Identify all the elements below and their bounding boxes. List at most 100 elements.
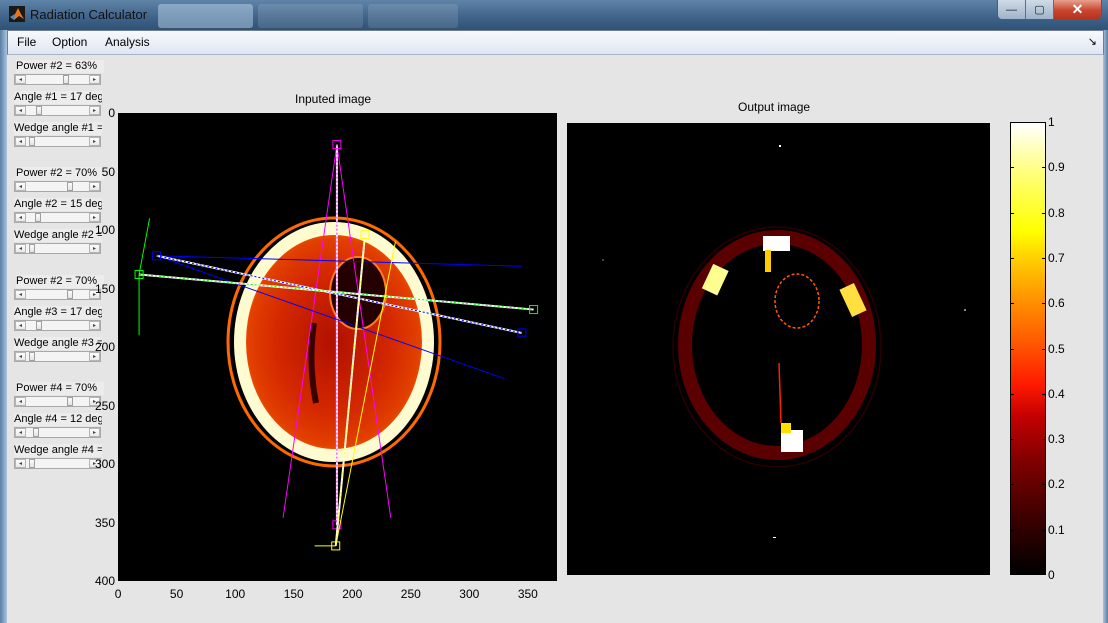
x-tick-label: 0 <box>114 587 122 601</box>
window-frame-left <box>0 30 7 623</box>
colorbar-tick-mark <box>1042 529 1046 531</box>
slider-left-arrow-icon[interactable]: ◂ <box>15 244 26 253</box>
control-slider[interactable]: ◂ ▸ <box>14 243 101 254</box>
control-slider[interactable]: ◂ ▸ <box>14 320 101 331</box>
menu-file[interactable]: File <box>17 35 36 49</box>
midline-dose <box>778 362 782 424</box>
slider-thumb[interactable] <box>33 428 39 437</box>
menu-option[interactable]: Option <box>52 35 87 49</box>
slider-thumb[interactable] <box>63 75 69 84</box>
minimize-icon: — <box>1006 3 1017 16</box>
colorbar-tick-mark <box>1010 257 1014 259</box>
background-tab <box>368 4 458 28</box>
control-slider[interactable]: ◂ ▸ <box>14 181 101 192</box>
slider-left-arrow-icon[interactable]: ◂ <box>15 213 26 222</box>
slider-thumb[interactable] <box>67 182 73 191</box>
colorbar-tick-label: 0.4 <box>1048 386 1065 401</box>
control-slider[interactable]: ◂ ▸ <box>14 105 101 116</box>
slider-right-arrow-icon[interactable]: ▸ <box>89 428 100 437</box>
maximize-button[interactable]: ▢ <box>1026 0 1054 19</box>
control-slider[interactable]: ◂ ▸ <box>14 396 101 407</box>
slider-right-arrow-icon[interactable]: ▸ <box>89 321 100 330</box>
input-image-canvas[interactable] <box>118 113 557 581</box>
slider-left-arrow-icon[interactable]: ◂ <box>15 290 26 299</box>
output-image-title: Output image <box>738 100 811 114</box>
slider-left-arrow-icon[interactable]: ◂ <box>15 397 26 406</box>
slider-left-arrow-icon[interactable]: ◂ <box>15 321 26 330</box>
colorbar-tick-mark <box>1010 529 1014 531</box>
slider-left-arrow-icon[interactable]: ◂ <box>15 428 26 437</box>
control-slider[interactable]: ◂ ▸ <box>14 458 101 469</box>
y-tick-label: 200 <box>94 340 115 354</box>
slider-right-arrow-icon[interactable]: ▸ <box>89 213 100 222</box>
control-slider[interactable]: ◂ ▸ <box>14 289 101 300</box>
x-tick-label: 150 <box>283 587 304 601</box>
brain-ct-scan <box>226 216 442 468</box>
slider-thumb[interactable] <box>29 459 35 468</box>
dose-streak-top <box>765 250 771 272</box>
colorbar-tick-mark <box>1010 439 1014 441</box>
dose-map <box>602 145 966 538</box>
slider-right-arrow-icon[interactable]: ▸ <box>89 75 100 84</box>
x-tick-label: 100 <box>225 587 246 601</box>
control-label: Angle #3 = 17 deg <box>14 306 102 319</box>
y-tick-label: 100 <box>94 223 115 237</box>
slider-right-arrow-icon[interactable]: ▸ <box>89 106 100 115</box>
window-frame-right <box>1103 30 1108 623</box>
slider-thumb[interactable] <box>36 321 42 330</box>
background-tab <box>258 4 363 28</box>
slider-left-arrow-icon[interactable]: ◂ <box>15 75 26 84</box>
colorbar-tick-label: 0.6 <box>1048 296 1065 311</box>
colorbar-tick-mark <box>1042 348 1046 350</box>
y-tick-label: 400 <box>94 574 115 588</box>
slider-thumb[interactable] <box>36 106 42 115</box>
close-button[interactable]: ✕ <box>1054 0 1101 19</box>
slider-left-arrow-icon[interactable]: ◂ <box>15 182 26 191</box>
control-slider[interactable]: ◂ ▸ <box>14 74 101 85</box>
slider-thumb[interactable] <box>67 397 73 406</box>
colorbar-tick-mark <box>1010 212 1014 214</box>
y-tick-label: 350 <box>94 515 115 530</box>
slider-right-arrow-icon[interactable]: ▸ <box>89 182 100 191</box>
matlab-logo-icon <box>9 6 25 22</box>
control-label: Angle #2 = 15 deg <box>14 198 102 211</box>
control-label: Wedge angle #2 = <box>14 229 102 242</box>
slider-right-arrow-icon[interactable]: ▸ <box>89 244 100 253</box>
slider-left-arrow-icon[interactable]: ◂ <box>15 459 26 468</box>
colorbar-tick-label: 0 <box>1048 568 1055 582</box>
beam-overlays <box>134 140 539 551</box>
dose-hotspot-bottom <box>781 430 803 452</box>
slider-thumb[interactable] <box>67 290 73 299</box>
output-image-canvas[interactable] <box>567 123 990 575</box>
colorbar-tick-mark <box>1010 348 1014 350</box>
control-slider[interactable]: ◂ ▸ <box>14 427 101 438</box>
output-image-axes[interactable] <box>567 123 990 575</box>
menu-analysis[interactable]: Analysis <box>105 35 150 49</box>
slider-right-arrow-icon[interactable]: ▸ <box>89 137 100 146</box>
colorbar-tick-mark <box>1010 167 1014 169</box>
control-slider[interactable]: ◂ ▸ <box>14 136 101 147</box>
slider-left-arrow-icon[interactable]: ◂ <box>15 352 26 361</box>
control-label: Power #2 = 63% <box>16 60 104 73</box>
slider-thumb[interactable] <box>29 352 35 361</box>
input-image-axes[interactable] <box>118 113 557 581</box>
colorbar-tick-label: 0.3 <box>1048 432 1065 447</box>
slider-thumb[interactable] <box>29 244 35 253</box>
slider-left-arrow-icon[interactable]: ◂ <box>15 106 26 115</box>
maximize-icon: ▢ <box>1034 4 1045 16</box>
window-controls: — ▢ ✕ <box>997 0 1102 20</box>
slider-thumb[interactable] <box>35 213 41 222</box>
colorbar-tick-label: 1 <box>1048 115 1055 129</box>
beam-edge-line <box>138 218 151 275</box>
minimize-button[interactable]: — <box>998 0 1026 19</box>
control-label: Angle #1 = 17 deg <box>14 91 102 104</box>
dose-outer-edge <box>672 226 882 468</box>
speck <box>964 309 966 311</box>
control-slider[interactable]: ◂ ▸ <box>14 351 101 362</box>
speck <box>773 537 776 538</box>
x-tick-label: 250 <box>400 587 421 601</box>
dock-arrow-icon[interactable]: ↘ <box>1088 35 1097 48</box>
control-slider[interactable]: ◂ ▸ <box>14 212 101 223</box>
slider-thumb[interactable] <box>29 137 35 146</box>
slider-left-arrow-icon[interactable]: ◂ <box>15 137 26 146</box>
